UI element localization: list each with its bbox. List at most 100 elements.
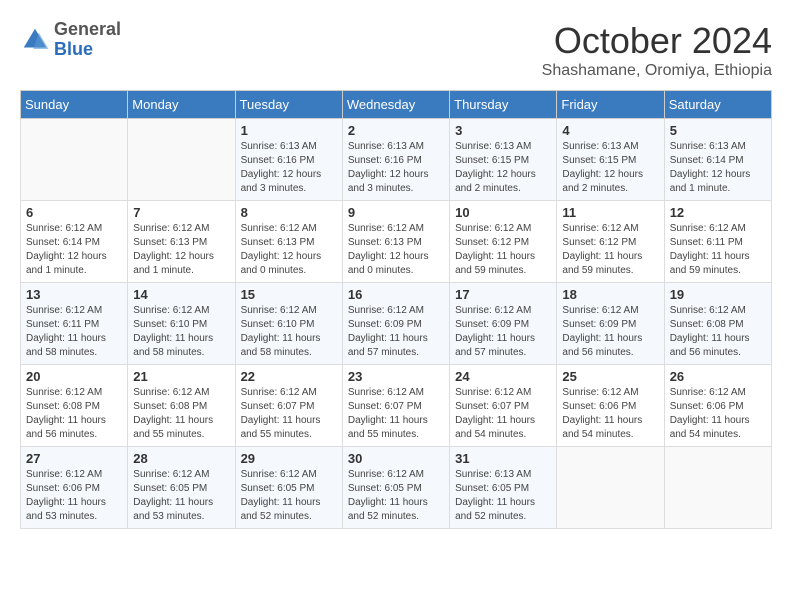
- day-number: 23: [348, 369, 444, 384]
- calendar-cell: 27 Sunrise: 6:12 AM Sunset: 6:06 PM Dayli…: [21, 447, 128, 529]
- calendar-header-tuesday: Tuesday: [235, 91, 342, 119]
- day-info: Sunrise: 6:12 AM Sunset: 6:10 PM Dayligh…: [133, 304, 229, 360]
- day-number: 21: [133, 369, 229, 384]
- calendar-cell: 15 Sunrise: 6:12 AM Sunset: 6:10 PM Dayli…: [235, 283, 342, 365]
- day-number: 27: [26, 451, 122, 466]
- calendar-week-row: 6 Sunrise: 6:12 AM Sunset: 6:14 PM Daylig…: [21, 201, 772, 283]
- calendar-cell: 9 Sunrise: 6:12 AM Sunset: 6:13 PM Daylig…: [342, 201, 449, 283]
- calendar-header-wednesday: Wednesday: [342, 91, 449, 119]
- title-block: October 2024 Shashamane, Oromiya, Ethiop…: [542, 20, 772, 80]
- day-number: 10: [455, 205, 551, 220]
- calendar-cell: 10 Sunrise: 6:12 AM Sunset: 6:12 PM Dayli…: [450, 201, 557, 283]
- day-number: 24: [455, 369, 551, 384]
- day-number: 16: [348, 287, 444, 302]
- day-info: Sunrise: 6:12 AM Sunset: 6:07 PM Dayligh…: [348, 386, 444, 442]
- calendar-cell: 12Sunrise: 6:12 AM Sunset: 6:11 PM Dayli…: [664, 201, 771, 283]
- calendar-cell: 4 Sunrise: 6:13 AM Sunset: 6:15 PM Daylig…: [557, 119, 664, 201]
- day-info: Sunrise: 6:13 AM Sunset: 6:16 PM Dayligh…: [241, 140, 337, 196]
- day-number: 5: [670, 123, 766, 138]
- calendar-cell: 2 Sunrise: 6:13 AM Sunset: 6:16 PM Daylig…: [342, 119, 449, 201]
- day-info: Sunrise: 6:13 AM Sunset: 6:15 PM Dayligh…: [455, 140, 551, 196]
- calendar-header-sunday: Sunday: [21, 91, 128, 119]
- calendar-cell: [557, 447, 664, 529]
- day-info: Sunrise: 6:12 AM Sunset: 6:14 PM Dayligh…: [26, 222, 122, 278]
- day-info: Sunrise: 6:12 AM Sunset: 6:12 PM Dayligh…: [562, 222, 658, 278]
- calendar-cell: 22Sunrise: 6:12 AM Sunset: 6:07 PM Dayli…: [235, 365, 342, 447]
- day-number: 3: [455, 123, 551, 138]
- calendar-cell: 24 Sunrise: 6:12 AM Sunset: 6:07 PM Dayli…: [450, 365, 557, 447]
- calendar-cell: 11Sunrise: 6:12 AM Sunset: 6:12 PM Dayli…: [557, 201, 664, 283]
- calendar-cell: 21 Sunrise: 6:12 AM Sunset: 6:08 PM Dayli…: [128, 365, 235, 447]
- calendar-cell: 28 Sunrise: 6:12 AM Sunset: 6:05 PM Dayli…: [128, 447, 235, 529]
- calendar-cell: 31 Sunrise: 6:13 AM Sunset: 6:05 PM Dayli…: [450, 447, 557, 529]
- day-number: 28: [133, 451, 229, 466]
- calendar-cell: 5Sunrise: 6:13 AM Sunset: 6:14 PM Daylig…: [664, 119, 771, 201]
- day-info: Sunrise: 6:13 AM Sunset: 6:15 PM Dayligh…: [562, 140, 658, 196]
- day-info: Sunrise: 6:12 AM Sunset: 6:09 PM Dayligh…: [348, 304, 444, 360]
- calendar-cell: 8Sunrise: 6:12 AM Sunset: 6:13 PM Daylig…: [235, 201, 342, 283]
- calendar-cell: [128, 119, 235, 201]
- day-info: Sunrise: 6:12 AM Sunset: 6:06 PM Dayligh…: [670, 386, 766, 442]
- calendar-cell: 16 Sunrise: 6:12 AM Sunset: 6:09 PM Dayli…: [342, 283, 449, 365]
- calendar-header-saturday: Saturday: [664, 91, 771, 119]
- month-title: October 2024: [542, 20, 772, 62]
- day-number: 4: [562, 123, 658, 138]
- day-number: 9: [348, 205, 444, 220]
- day-number: 25: [562, 369, 658, 384]
- calendar-cell: 13 Sunrise: 6:12 AM Sunset: 6:11 PM Dayli…: [21, 283, 128, 365]
- calendar-cell: 14 Sunrise: 6:12 AM Sunset: 6:10 PM Dayli…: [128, 283, 235, 365]
- logo-blue: Blue: [54, 40, 121, 60]
- day-info: Sunrise: 6:13 AM Sunset: 6:16 PM Dayligh…: [348, 140, 444, 196]
- calendar-cell: 23 Sunrise: 6:12 AM Sunset: 6:07 PM Dayli…: [342, 365, 449, 447]
- calendar-cell: 26 Sunrise: 6:12 AM Sunset: 6:06 PM Dayli…: [664, 365, 771, 447]
- calendar-cell: 6 Sunrise: 6:12 AM Sunset: 6:14 PM Daylig…: [21, 201, 128, 283]
- day-number: 12: [670, 205, 766, 220]
- calendar-cell: 18Sunrise: 6:12 AM Sunset: 6:09 PM Dayli…: [557, 283, 664, 365]
- day-info: Sunrise: 6:12 AM Sunset: 6:11 PM Dayligh…: [26, 304, 122, 360]
- day-info: Sunrise: 6:12 AM Sunset: 6:05 PM Dayligh…: [133, 468, 229, 524]
- calendar-cell: 1Sunrise: 6:13 AM Sunset: 6:16 PM Daylig…: [235, 119, 342, 201]
- day-info: Sunrise: 6:12 AM Sunset: 6:08 PM Dayligh…: [133, 386, 229, 442]
- page-header: General Blue October 2024 Shashamane, Or…: [20, 20, 772, 80]
- day-number: 18: [562, 287, 658, 302]
- day-info: Sunrise: 6:12 AM Sunset: 6:06 PM Dayligh…: [562, 386, 658, 442]
- day-info: Sunrise: 6:12 AM Sunset: 6:08 PM Dayligh…: [670, 304, 766, 360]
- day-info: Sunrise: 6:12 AM Sunset: 6:05 PM Dayligh…: [241, 468, 337, 524]
- day-number: 13: [26, 287, 122, 302]
- day-info: Sunrise: 6:12 AM Sunset: 6:07 PM Dayligh…: [455, 386, 551, 442]
- logo-text: General Blue: [54, 20, 121, 60]
- location: Shashamane, Oromiya, Ethiopia: [542, 62, 772, 80]
- calendar-cell: 20 Sunrise: 6:12 AM Sunset: 6:08 PM Dayli…: [21, 365, 128, 447]
- day-info: Sunrise: 6:12 AM Sunset: 6:13 PM Dayligh…: [348, 222, 444, 278]
- day-number: 14: [133, 287, 229, 302]
- day-info: Sunrise: 6:12 AM Sunset: 6:12 PM Dayligh…: [455, 222, 551, 278]
- day-info: Sunrise: 6:12 AM Sunset: 6:13 PM Dayligh…: [133, 222, 229, 278]
- calendar-cell: 29 Sunrise: 6:12 AM Sunset: 6:05 PM Dayli…: [235, 447, 342, 529]
- calendar-cell: 19 Sunrise: 6:12 AM Sunset: 6:08 PM Dayli…: [664, 283, 771, 365]
- day-info: Sunrise: 6:12 AM Sunset: 6:06 PM Dayligh…: [26, 468, 122, 524]
- logo-icon: [20, 25, 50, 55]
- day-number: 31: [455, 451, 551, 466]
- day-info: Sunrise: 6:12 AM Sunset: 6:08 PM Dayligh…: [26, 386, 122, 442]
- calendar-cell: 7 Sunrise: 6:12 AM Sunset: 6:13 PM Daylig…: [128, 201, 235, 283]
- day-number: 8: [241, 205, 337, 220]
- day-number: 26: [670, 369, 766, 384]
- calendar-cell: 25 Sunrise: 6:12 AM Sunset: 6:06 PM Dayli…: [557, 365, 664, 447]
- day-number: 19: [670, 287, 766, 302]
- logo-general: General: [54, 20, 121, 40]
- logo: General Blue: [20, 20, 121, 60]
- calendar-cell: 17Sunrise: 6:12 AM Sunset: 6:09 PM Dayli…: [450, 283, 557, 365]
- day-number: 2: [348, 123, 444, 138]
- calendar-week-row: 20 Sunrise: 6:12 AM Sunset: 6:08 PM Dayli…: [21, 365, 772, 447]
- day-info: Sunrise: 6:12 AM Sunset: 6:07 PM Dayligh…: [241, 386, 337, 442]
- day-info: Sunrise: 6:12 AM Sunset: 6:10 PM Dayligh…: [241, 304, 337, 360]
- day-number: 6: [26, 205, 122, 220]
- calendar-header-row: SundayMondayTuesdayWednesdayThursdayFrid…: [21, 91, 772, 119]
- day-number: 29: [241, 451, 337, 466]
- day-number: 15: [241, 287, 337, 302]
- day-info: Sunrise: 6:13 AM Sunset: 6:05 PM Dayligh…: [455, 468, 551, 524]
- calendar-header-friday: Friday: [557, 91, 664, 119]
- calendar-cell: 30Sunrise: 6:12 AM Sunset: 6:05 PM Dayli…: [342, 447, 449, 529]
- day-number: 20: [26, 369, 122, 384]
- day-number: 7: [133, 205, 229, 220]
